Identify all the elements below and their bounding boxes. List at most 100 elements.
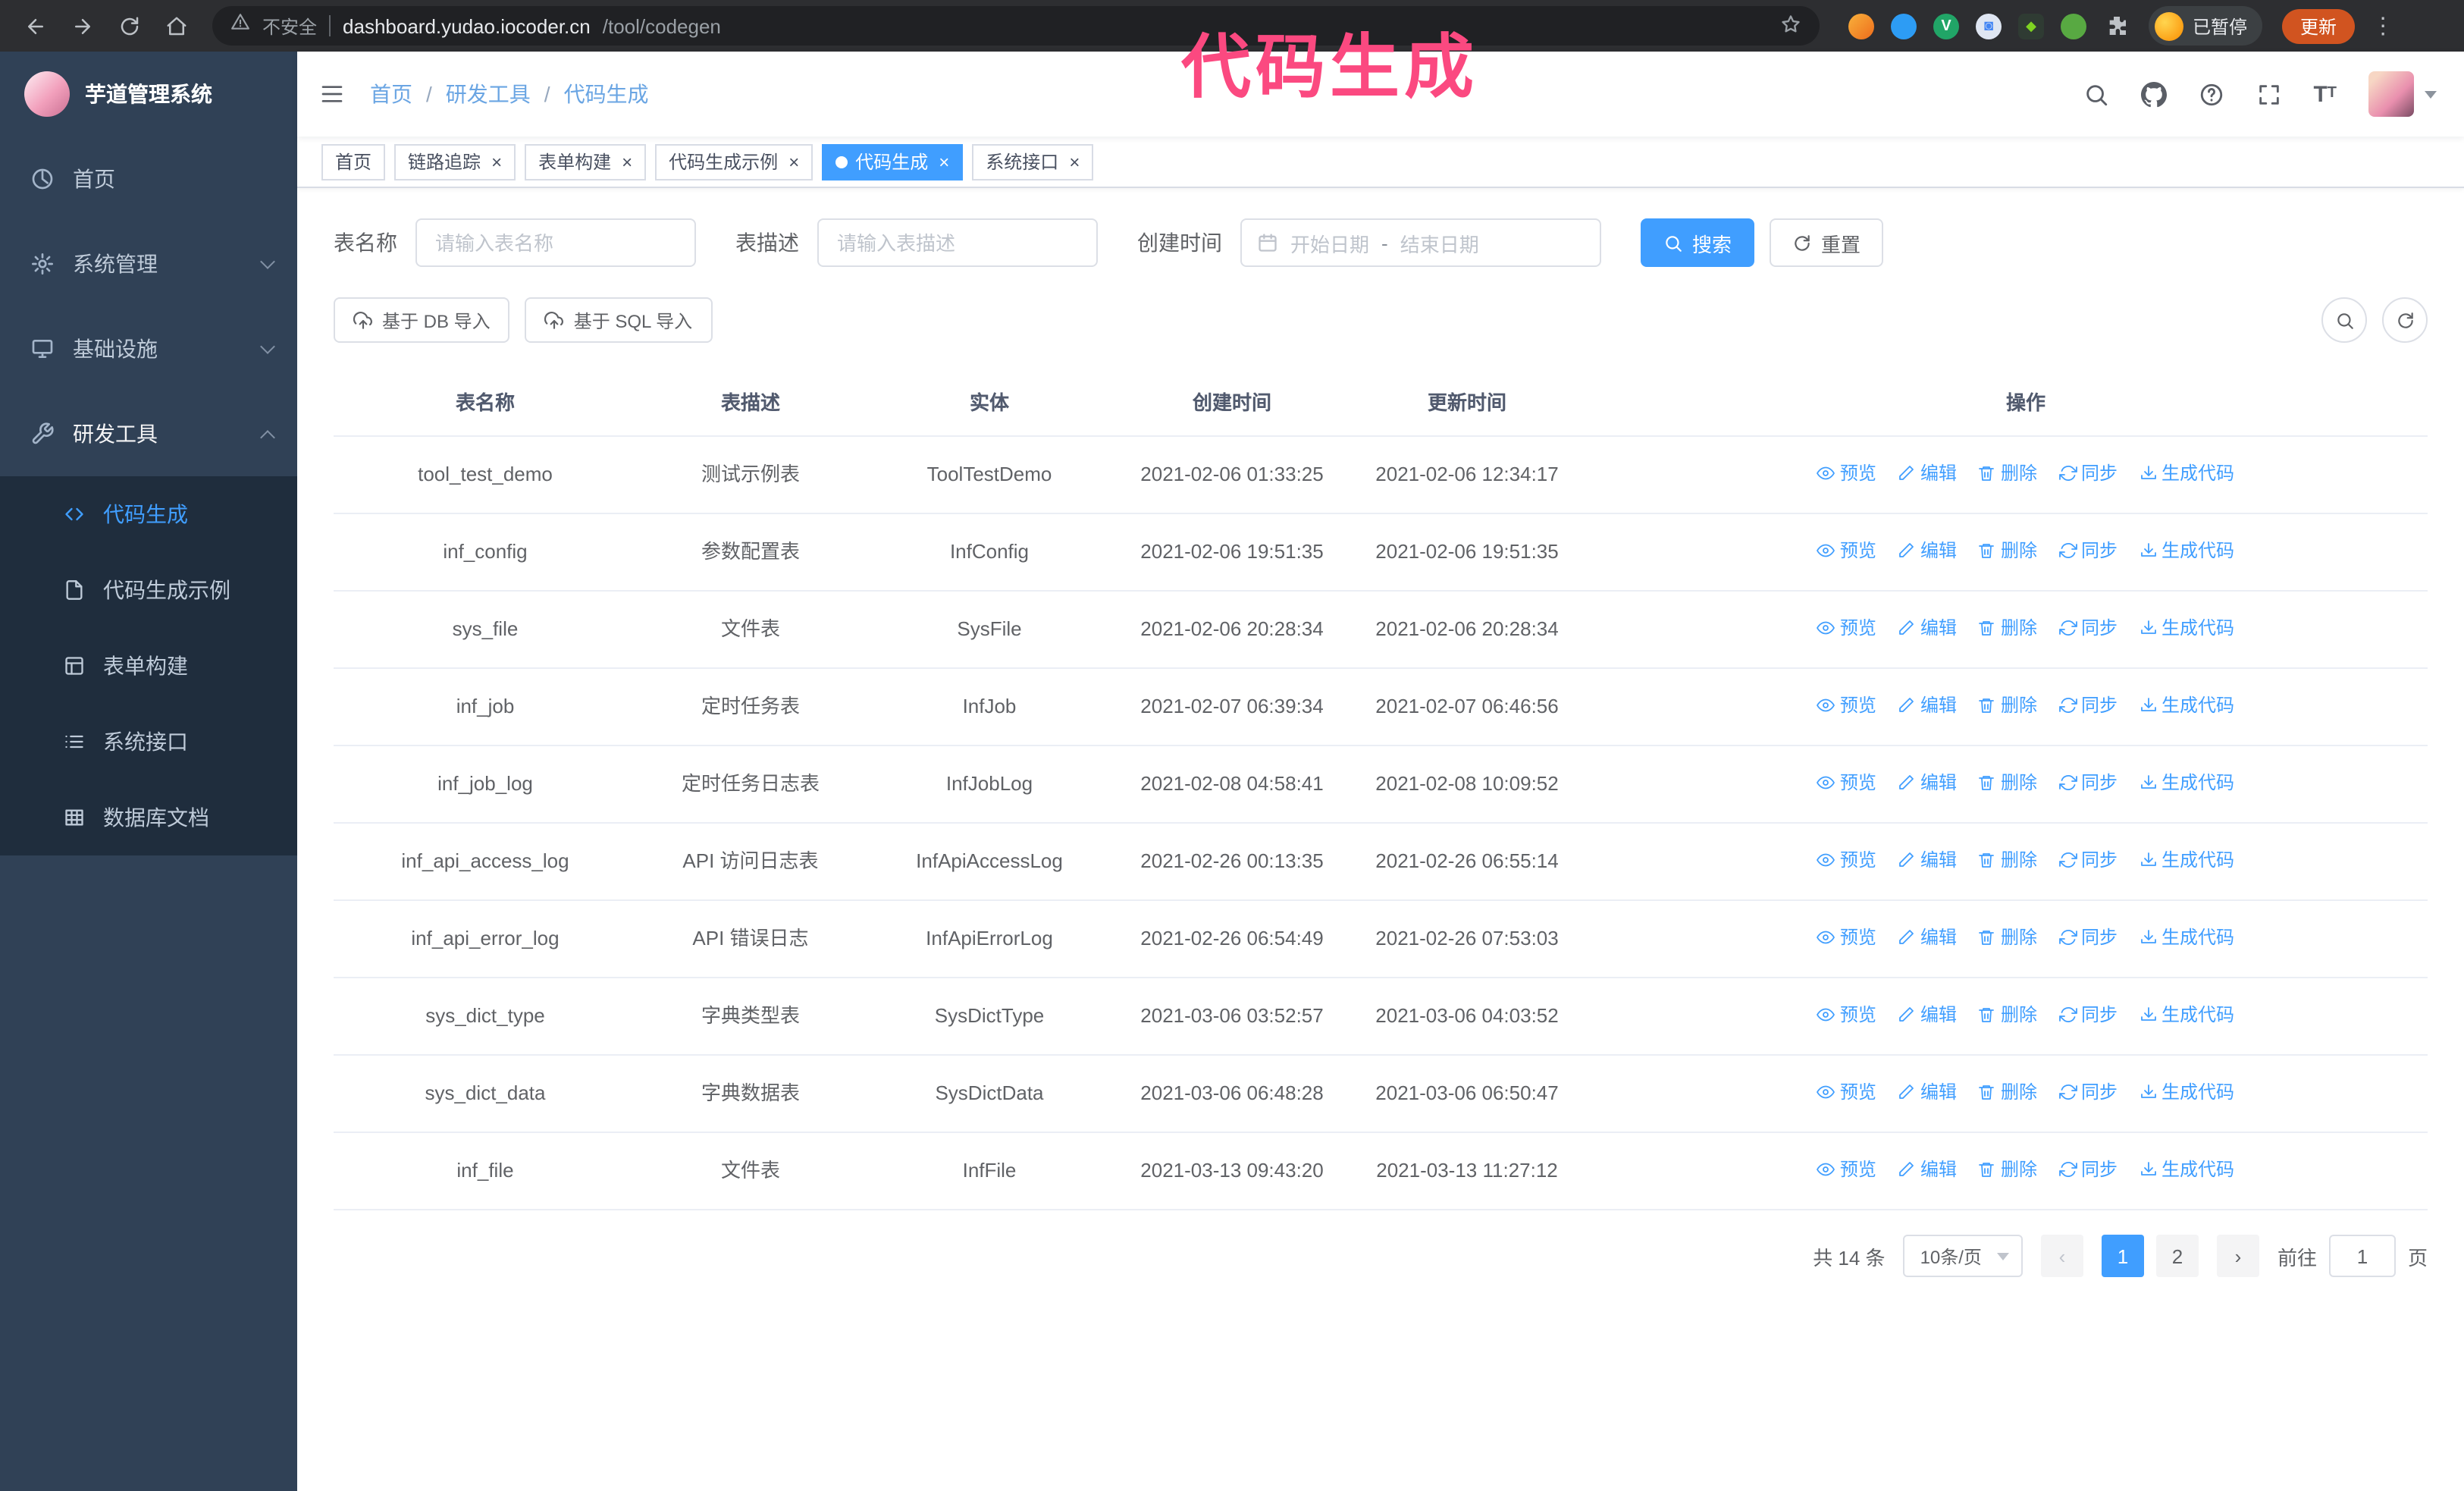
bookmark-star-icon[interactable] <box>1780 13 1801 39</box>
delete-link[interactable]: 删除 <box>1978 613 2037 643</box>
delete-link[interactable]: 删除 <box>1978 1077 2037 1107</box>
sync-link[interactable]: 同步 <box>2058 613 2118 643</box>
import-sql-button[interactable]: 基于 SQL 导入 <box>525 297 713 343</box>
sidebar-item-home[interactable]: 首页 <box>0 137 297 221</box>
extension-people-icon[interactable]: ◙ <box>1976 13 2002 39</box>
close-icon[interactable]: × <box>1069 152 1080 171</box>
generate-code-link[interactable]: 生成代码 <box>2139 922 2234 953</box>
edit-link[interactable]: 编辑 <box>1898 535 1957 566</box>
preview-link[interactable]: 预览 <box>1817 458 1876 488</box>
generate-code-link[interactable]: 生成代码 <box>2139 1077 2234 1107</box>
goto-page-input[interactable] <box>2328 1235 2396 1277</box>
edit-link[interactable]: 编辑 <box>1898 1000 1957 1030</box>
sync-link[interactable]: 同步 <box>2058 922 2118 953</box>
forward-icon[interactable] <box>62 6 102 46</box>
preview-link[interactable]: 预览 <box>1817 690 1876 720</box>
date-range-picker[interactable]: 开始日期 - 结束日期 <box>1240 218 1601 267</box>
generate-code-link[interactable]: 生成代码 <box>2139 690 2234 720</box>
close-icon[interactable]: × <box>622 152 632 171</box>
extension-green-check-icon[interactable]: V <box>1933 13 1959 39</box>
browser-menu-icon[interactable]: ⋮ <box>2372 12 2394 39</box>
tab-api[interactable]: 系统接口 × <box>972 143 1094 180</box>
sidebar-item-api[interactable]: 系统接口 <box>0 704 297 780</box>
tab-form-builder[interactable]: 表单构建 × <box>525 143 647 180</box>
help-icon[interactable] <box>2198 81 2224 107</box>
sync-link[interactable]: 同步 <box>2058 845 2118 875</box>
back-icon[interactable] <box>15 6 55 46</box>
page-size-select[interactable]: 10条/页 <box>1903 1235 2023 1277</box>
hamburger-icon[interactable] <box>318 82 346 106</box>
delete-link[interactable]: 删除 <box>1978 1000 2037 1030</box>
sync-link[interactable]: 同步 <box>2058 458 2118 488</box>
sync-link[interactable]: 同步 <box>2058 1077 2118 1107</box>
preview-link[interactable]: 预览 <box>1817 535 1876 566</box>
sidebar-item-codegen[interactable]: 代码生成 <box>0 476 297 552</box>
generate-code-link[interactable]: 生成代码 <box>2139 613 2234 643</box>
generate-code-link[interactable]: 生成代码 <box>2139 1000 2234 1030</box>
extension-leaf-icon[interactable] <box>2061 13 2086 39</box>
tab-codegen[interactable]: 代码生成 × <box>822 143 964 180</box>
preview-link[interactable]: 预览 <box>1817 845 1876 875</box>
generate-code-link[interactable]: 生成代码 <box>2139 1154 2234 1185</box>
tab-home[interactable]: 首页 <box>321 143 386 180</box>
preview-link[interactable]: 预览 <box>1817 1154 1876 1185</box>
sync-link[interactable]: 同步 <box>2058 1154 2118 1185</box>
close-icon[interactable]: × <box>491 152 502 171</box>
delete-link[interactable]: 删除 <box>1978 1154 2037 1185</box>
toolbar-search-toggle-icon[interactable] <box>2321 297 2367 343</box>
preview-link[interactable]: 预览 <box>1817 613 1876 643</box>
edit-link[interactable]: 编辑 <box>1898 845 1957 875</box>
delete-link[interactable]: 删除 <box>1978 845 2037 875</box>
edit-link[interactable]: 编辑 <box>1898 767 1957 798</box>
import-db-button[interactable]: 基于 DB 导入 <box>334 297 510 343</box>
extension-blue-icon[interactable] <box>1891 13 1917 39</box>
preview-link[interactable]: 预览 <box>1817 1077 1876 1107</box>
sidebar-item-form-builder[interactable]: 表单构建 <box>0 628 297 704</box>
sync-link[interactable]: 同步 <box>2058 1000 2118 1030</box>
page-button-2[interactable]: 2 <box>2155 1235 2199 1277</box>
generate-code-link[interactable]: 生成代码 <box>2139 767 2234 798</box>
sync-link[interactable]: 同步 <box>2058 690 2118 720</box>
generate-code-link[interactable]: 生成代码 <box>2139 845 2234 875</box>
reload-icon[interactable] <box>109 6 149 46</box>
delete-link[interactable]: 删除 <box>1978 767 2037 798</box>
extensions-puzzle-icon[interactable] <box>2103 13 2129 39</box>
extension-orange-icon[interactable] <box>1848 13 1874 39</box>
edit-link[interactable]: 编辑 <box>1898 690 1957 720</box>
sidebar-item-codegen-example[interactable]: 代码生成示例 <box>0 552 297 628</box>
tab-codegen-example[interactable]: 代码生成示例 × <box>655 143 813 180</box>
prev-page-button[interactable]: ‹ <box>2040 1235 2083 1277</box>
page-button-1[interactable]: 1 <box>2101 1235 2144 1277</box>
github-icon[interactable] <box>2140 81 2167 107</box>
sidebar-item-db-doc[interactable]: 数据库文档 <box>0 780 297 855</box>
home-icon[interactable] <box>156 6 196 46</box>
breadcrumb-dev-tools[interactable]: 研发工具 <box>446 79 531 109</box>
extension-dark-icon[interactable]: ◆ <box>2018 13 2044 39</box>
edit-link[interactable]: 编辑 <box>1898 1154 1957 1185</box>
next-page-button[interactable]: › <box>2216 1235 2259 1277</box>
table-name-input[interactable] <box>415 218 696 267</box>
font-size-icon[interactable]: TT <box>2313 83 2337 105</box>
close-icon[interactable]: × <box>939 152 949 171</box>
sidebar-logo[interactable]: 芋道管理系统 <box>0 52 297 137</box>
fullscreen-icon[interactable] <box>2256 81 2281 107</box>
search-icon[interactable] <box>2083 81 2108 107</box>
search-button[interactable]: 搜索 <box>1641 218 1755 267</box>
close-icon[interactable]: × <box>788 152 799 171</box>
profile-chip[interactable]: 已暂停 <box>2149 6 2263 46</box>
edit-link[interactable]: 编辑 <box>1898 1077 1957 1107</box>
preview-link[interactable]: 预览 <box>1817 1000 1876 1030</box>
sync-link[interactable]: 同步 <box>2058 535 2118 566</box>
preview-link[interactable]: 预览 <box>1817 767 1876 798</box>
user-menu[interactable] <box>2368 71 2437 117</box>
edit-link[interactable]: 编辑 <box>1898 458 1957 488</box>
reset-button[interactable]: 重置 <box>1770 218 1884 267</box>
sync-link[interactable]: 同步 <box>2058 767 2118 798</box>
breadcrumb-home[interactable]: 首页 <box>370 79 412 109</box>
delete-link[interactable]: 删除 <box>1978 535 2037 566</box>
edit-link[interactable]: 编辑 <box>1898 613 1957 643</box>
delete-link[interactable]: 删除 <box>1978 458 2037 488</box>
preview-link[interactable]: 预览 <box>1817 922 1876 953</box>
toolbar-refresh-icon[interactable] <box>2382 297 2428 343</box>
sidebar-item-infra[interactable]: 基础设施 <box>0 306 297 391</box>
